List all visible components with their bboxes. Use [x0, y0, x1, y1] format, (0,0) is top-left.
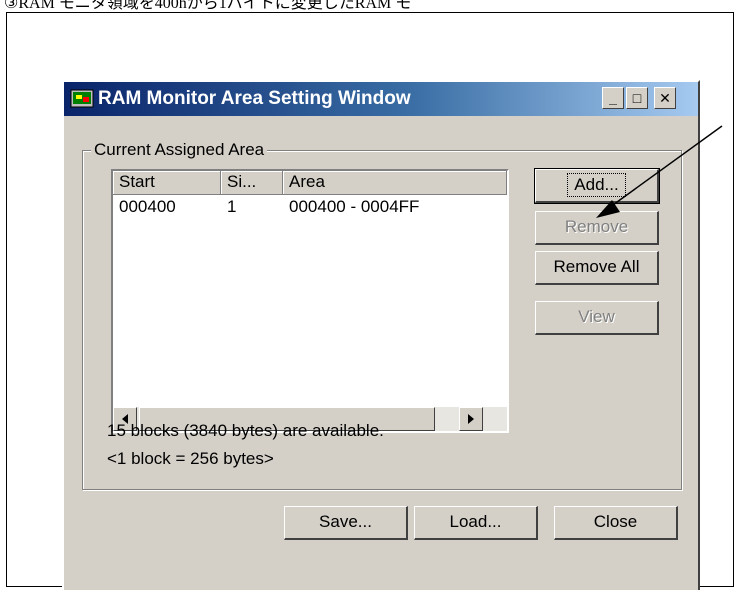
- column-header-area[interactable]: Area: [283, 171, 507, 195]
- add-button[interactable]: Add...: [534, 168, 660, 204]
- scroll-right-button[interactable]: [459, 407, 483, 431]
- block-size-text: <1 block = 256 bytes>: [107, 449, 274, 468]
- assigned-area-list[interactable]: Start Si... Area 000400 1 000400 - 0004F…: [111, 169, 509, 433]
- column-header-size[interactable]: Si...: [221, 171, 283, 195]
- remove-button[interactable]: Remove: [535, 211, 659, 245]
- figure-caption: ③RAM モニタ領域を400hから1バイトに変更したRAM モ: [4, 0, 412, 10]
- cell-start: 000400: [119, 197, 176, 216]
- list-row[interactable]: 000400 1 000400 - 0004FF: [113, 197, 507, 219]
- available-blocks-text: 15 blocks (3840 bytes) are available.: [107, 421, 384, 440]
- arrow-right-icon: [468, 414, 474, 424]
- ram-monitor-area-setting-window: RAM Monitor Area Setting Window _ □ ✕ Cu…: [62, 80, 700, 590]
- remove-all-button[interactable]: Remove All: [535, 251, 659, 285]
- add-button-label: Add...: [567, 173, 626, 197]
- load-button[interactable]: Load...: [414, 506, 538, 540]
- view-button[interactable]: View: [535, 301, 659, 335]
- current-assigned-area-group: Current Assigned Area Start Si... Area 0…: [82, 140, 682, 490]
- close-window-button[interactable]: ✕: [654, 87, 676, 109]
- cell-size: 1: [227, 197, 237, 216]
- cell-area: 000400 - 0004FF: [289, 197, 420, 216]
- window-title: RAM Monitor Area Setting Window: [98, 88, 411, 109]
- list-header: Start Si... Area: [113, 171, 507, 195]
- maximize-button[interactable]: □: [626, 87, 648, 109]
- group-label: Current Assigned Area: [91, 140, 268, 160]
- minimize-button[interactable]: _: [602, 87, 624, 109]
- save-button[interactable]: Save...: [284, 506, 408, 540]
- column-header-start[interactable]: Start: [113, 171, 221, 195]
- close-button[interactable]: Close: [554, 506, 678, 540]
- app-icon: [70, 89, 94, 108]
- title-bar[interactable]: RAM Monitor Area Setting Window _ □ ✕: [64, 82, 698, 116]
